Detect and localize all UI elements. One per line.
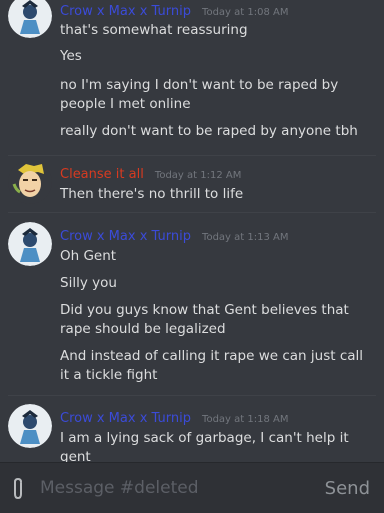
avatar[interactable] (8, 0, 52, 38)
message-line: no I'm saying I don't want to be raped b… (60, 77, 339, 112)
message-list: Crow x Max x Turnip Today at 1:08 AM tha… (0, 0, 384, 462)
message-divider (8, 212, 376, 213)
message-line: Silly you (60, 275, 117, 291)
message-line: Then there's no thrill to life (60, 186, 244, 202)
paperclip-icon[interactable] (10, 477, 26, 501)
message-composer: Send (0, 462, 384, 513)
avatar[interactable] (8, 222, 52, 266)
message-divider (8, 395, 376, 396)
username[interactable]: Crow x Max x Turnip (60, 229, 191, 244)
timestamp: Today at 1:13 AM (202, 232, 289, 243)
message-input[interactable] (40, 475, 300, 501)
avatar[interactable] (8, 404, 52, 448)
message-divider (8, 155, 376, 156)
message-line: Oh Gent (60, 248, 117, 264)
message-line: Yes (60, 48, 82, 64)
message-line: really don't want to be raped by anyone … (60, 123, 358, 139)
message-line: that's somewhat reassuring (60, 22, 248, 38)
username[interactable]: Crow x Max x Turnip (60, 411, 191, 426)
username[interactable]: Cleanse it all (60, 167, 144, 182)
username[interactable]: Crow x Max x Turnip (60, 4, 191, 19)
timestamp: Today at 1:12 AM (154, 170, 242, 181)
message-line: And instead of calling it rape we can ju… (60, 348, 364, 383)
send-button[interactable]: Send (321, 473, 374, 503)
avatar[interactable] (8, 160, 52, 204)
message-line: Did you guys know that Gent believes tha… (60, 302, 349, 337)
timestamp: Today at 1:18 AM (202, 414, 289, 425)
message-line: I am a lying sack of garbage, I can't he… (60, 430, 349, 462)
timestamp: Today at 1:08 AM (202, 7, 289, 18)
